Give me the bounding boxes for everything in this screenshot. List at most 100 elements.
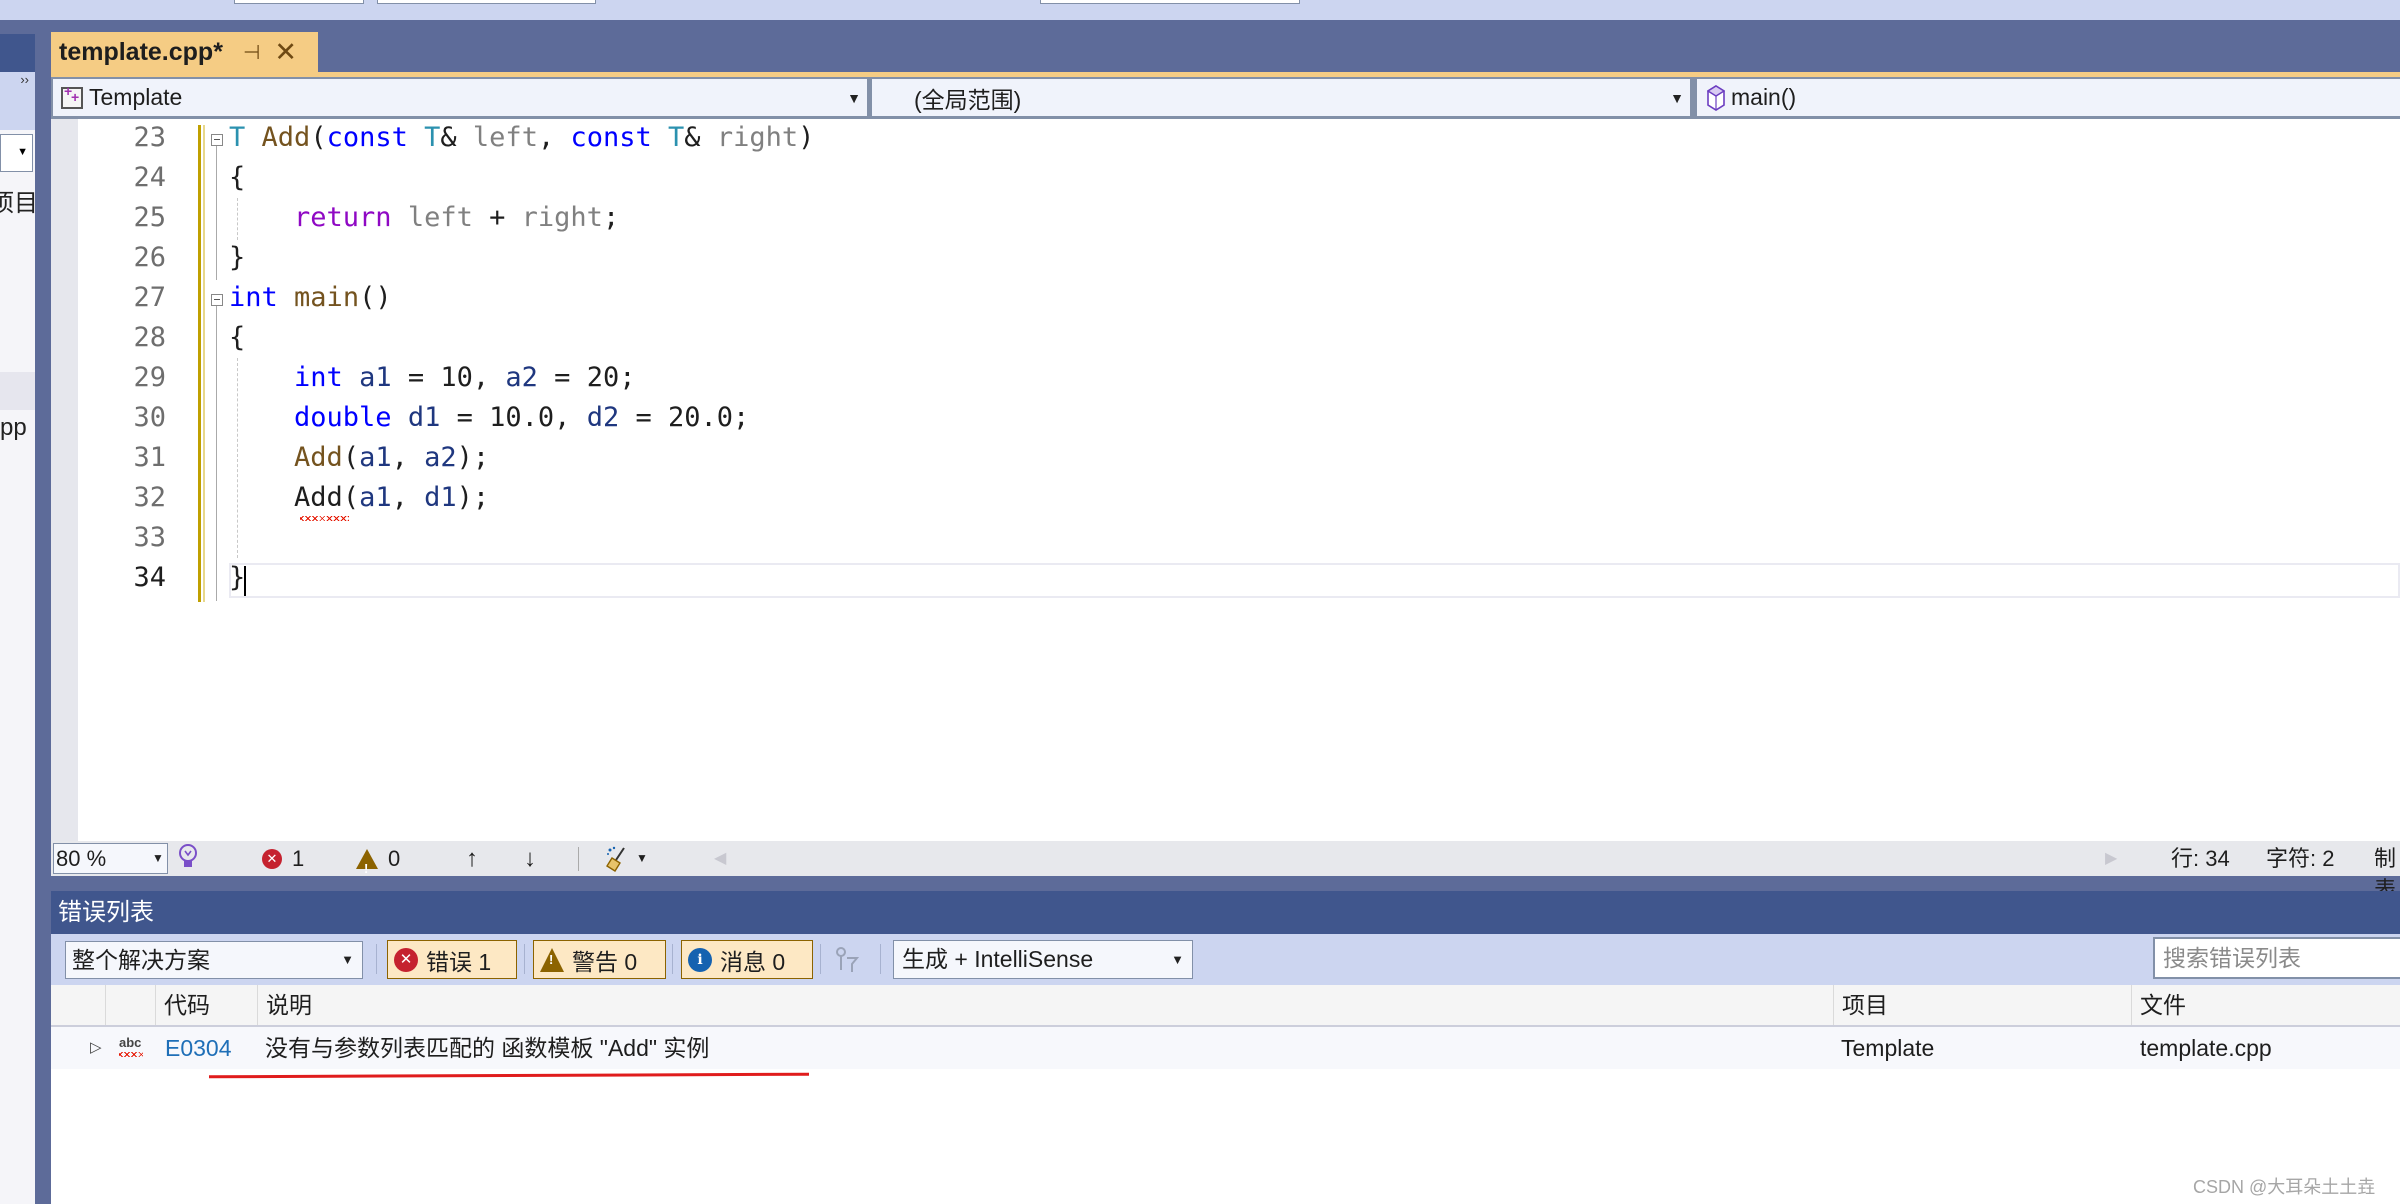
error-list-search-input[interactable]: 搜索错误列表 xyxy=(2153,937,2400,979)
line-number: 29 xyxy=(133,362,166,393)
chevron-down-icon: ▼ xyxy=(1171,952,1184,967)
column-header-file[interactable]: 文件 xyxy=(2131,985,2400,1025)
panel-file-label[interactable]: pp xyxy=(0,414,27,442)
toolbar-combo-3[interactable] xyxy=(1040,0,1300,4)
panel-overflow-button[interactable]: ›› xyxy=(0,72,35,130)
warning-icon xyxy=(356,848,378,884)
next-issue-button[interactable]: ↓ xyxy=(524,843,536,874)
status-error-count[interactable]: ✕ 1 xyxy=(262,843,304,874)
code-line: T Add(const T& left, const T& right) xyxy=(229,122,815,153)
status-warning-count[interactable]: 0 xyxy=(356,843,401,884)
project-name: Template xyxy=(89,84,183,110)
panel-label: 项目 xyxy=(0,190,38,217)
line-number: 32 xyxy=(133,482,166,513)
line-number-current: 34 xyxy=(133,562,166,593)
editor-margin xyxy=(51,119,78,841)
error-list-title: 错误列表 xyxy=(51,891,2400,934)
code-line: } xyxy=(229,242,246,273)
line-number: 33 xyxy=(133,522,166,553)
build-source-value: 生成 + IntelliSense xyxy=(902,946,1094,972)
messages-filter-label: 消息 0 xyxy=(720,948,786,975)
chevron-down-icon: ▼ xyxy=(152,851,164,865)
panel-splitter[interactable] xyxy=(35,34,51,1204)
scope-dropdown[interactable]: (全局范围) ▼ xyxy=(872,79,1690,116)
column-header-state[interactable] xyxy=(105,985,155,1025)
current-line-highlight xyxy=(229,563,2400,598)
chevron-down-icon: ▼ xyxy=(847,89,861,106)
code-line: { xyxy=(229,162,246,193)
line-indicator: 行: 34 xyxy=(2171,846,2230,871)
scope-filter-value: 整个解决方案 xyxy=(72,947,210,973)
panel-combo[interactable]: ▼ xyxy=(0,134,33,172)
tab-template-cpp[interactable]: template.cpp* ⊣ ✕ xyxy=(51,32,318,72)
scope-filter-dropdown[interactable]: 整个解决方案 ▼ xyxy=(65,941,363,979)
separator xyxy=(820,944,821,974)
error-description: 没有与参数列表匹配的 函数模板 "Add" 实例 xyxy=(265,1035,710,1061)
errors-filter-button[interactable]: ✕ 错误 1 xyxy=(387,940,517,979)
fold-guide xyxy=(216,306,217,601)
scope-name: (全局范围) xyxy=(914,86,1022,113)
toolbar-combo-2[interactable] xyxy=(377,0,596,4)
text-caret xyxy=(244,566,246,596)
separator xyxy=(376,944,377,974)
error-file: template.cpp xyxy=(2140,1035,2272,1061)
change-tracking-bar xyxy=(198,125,205,602)
separator xyxy=(880,944,881,974)
warnings-filter-button[interactable]: 警告 0 xyxy=(533,940,666,979)
top-toolbar xyxy=(0,0,2400,20)
scroll-left-icon[interactable]: ◀ xyxy=(714,843,726,874)
warning-count: 0 xyxy=(388,846,401,871)
separator xyxy=(524,944,525,974)
error-icon: ✕ xyxy=(394,947,418,972)
messages-filter-button[interactable]: i 消息 0 xyxy=(681,940,813,979)
line-number: 28 xyxy=(133,322,166,353)
panel-selected-row[interactable] xyxy=(0,372,35,410)
collapse-icon[interactable] xyxy=(211,134,223,146)
down-arrow-icon: ↓ xyxy=(524,845,536,872)
warnings-filter-label: 警告 0 xyxy=(572,948,638,975)
scroll-right-icon[interactable]: ▶ xyxy=(2105,843,2117,874)
separator xyxy=(672,944,673,974)
collapse-icon[interactable] xyxy=(211,294,223,306)
char-indicator: 字符: 2 xyxy=(2266,846,2335,871)
filter-icon[interactable] xyxy=(833,946,860,981)
fold-guide xyxy=(216,146,217,280)
code-line: return left + right; xyxy=(294,202,620,233)
error-icon: ✕ xyxy=(262,848,282,869)
broom-icon xyxy=(606,846,625,872)
code-line: { xyxy=(229,322,246,353)
previous-issue-button[interactable]: ↑ xyxy=(466,843,478,874)
code-line: double d1 = 10.0, d2 = 20.0; xyxy=(294,402,750,433)
pin-icon[interactable]: ⊣ xyxy=(243,40,260,65)
close-icon[interactable]: ✕ xyxy=(274,37,297,68)
zoom-level-dropdown[interactable]: 80 % xyxy=(53,843,168,874)
error-squiggle-icon xyxy=(119,1052,143,1057)
close-icon[interactable]: close-icon xyxy=(0,34,35,72)
error-squiggle[interactable] xyxy=(300,516,349,521)
method-cube-icon xyxy=(1707,84,1725,111)
toolbar-combo-1[interactable] xyxy=(234,0,364,4)
intellicode-icon[interactable] xyxy=(176,843,200,869)
chevron-down-icon: ▼ xyxy=(636,851,648,865)
code-line: Add(a1, a2); xyxy=(294,442,490,473)
line-number: 25 xyxy=(133,202,166,233)
code-line: } xyxy=(229,562,246,593)
build-source-dropdown[interactable]: 生成 + IntelliSense ▼ xyxy=(893,940,1193,979)
project-dropdown[interactable]: Template ▼ xyxy=(53,79,867,116)
warning-icon xyxy=(540,947,564,972)
tab-title: template.cpp* xyxy=(59,37,223,66)
error-code-link[interactable]: E0304 xyxy=(165,1027,232,1069)
code-line: int a1 = 10, a2 = 20; xyxy=(294,362,636,393)
separator xyxy=(578,847,579,871)
error-count: 1 xyxy=(292,846,305,871)
expand-row-icon[interactable]: ▷ xyxy=(90,1027,102,1069)
member-dropdown[interactable]: main() xyxy=(1697,79,2400,116)
column-header-code[interactable]: 代码 xyxy=(155,985,257,1025)
code-cleanup-button[interactable]: ▼ xyxy=(604,843,648,874)
column-header-project[interactable]: 项目 xyxy=(1833,985,2131,1025)
column-header-description[interactable]: 说明 xyxy=(257,985,1833,1025)
line-number: 24 xyxy=(133,162,166,193)
chevron-down-icon: ▼ xyxy=(341,952,354,967)
up-arrow-icon: ↑ xyxy=(466,845,478,872)
member-name: main() xyxy=(1731,84,1797,110)
